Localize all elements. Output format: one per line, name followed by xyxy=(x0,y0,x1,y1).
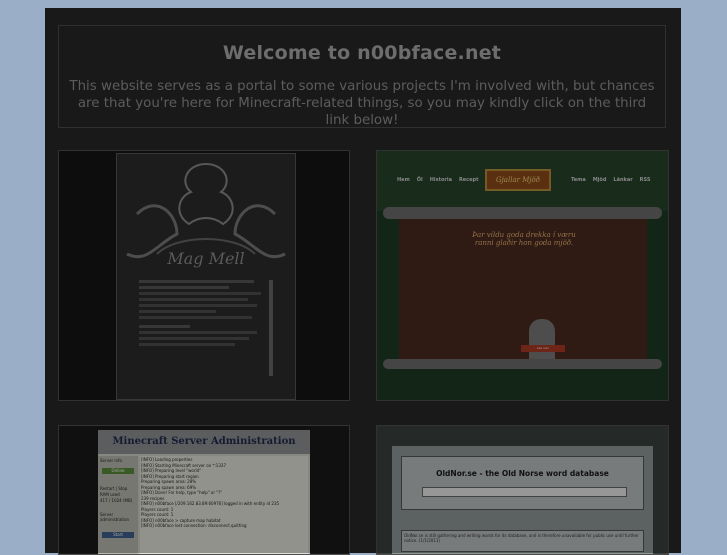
minecraft-admin-title: Minecraft Server Administration xyxy=(98,430,310,454)
minecraft-admin-screenshot: Minecraft Server Administration Server i… xyxy=(98,430,310,554)
gjallar-nav-right: Tema Mjöd Länkar RSS xyxy=(571,177,651,183)
welcome-description: This website serves as a portal to some … xyxy=(69,79,655,128)
mag-mell-body-text xyxy=(139,280,267,349)
gjallar-read-more-button: Läs mer xyxy=(521,345,565,352)
gjallar-header: Hem Öl Historia Recept Gjallar Mjöð Tema… xyxy=(377,151,668,211)
gjallar-headline: Þar vildu goda drekka í væru ranni glaði… xyxy=(472,231,576,247)
oldnor-title: OldNor.se - the Old Norse word database xyxy=(436,469,609,478)
gjallar-wood-panel: Þar vildu goda drekka í væru ranni glaði… xyxy=(399,219,647,365)
gjallar-logo: Gjallar Mjöð xyxy=(485,169,551,191)
oldnor-search-input xyxy=(422,487,627,497)
oldnor-footer-text: OldNor.se is still gathering and writing… xyxy=(401,530,644,552)
main-container: Welcome to n00bface.net This website ser… xyxy=(45,8,681,555)
gjallar-bottom-scroll xyxy=(383,359,662,369)
oldnor-screenshot: OldNor.se - the Old Norse word database … xyxy=(392,446,653,554)
mag-mell-logo-text: Mag Mell xyxy=(167,249,245,268)
welcome-box: Welcome to n00bface.net This website ser… xyxy=(58,25,666,128)
gjallar-nav-left: Hem Öl Historia Recept xyxy=(397,177,479,183)
project-link-minecraft[interactable]: Minecraft Server Administration Server i… xyxy=(58,425,350,555)
mag-mell-scrollbar xyxy=(269,280,273,376)
minecraft-server-log: [INFO] Loading properties [INFO] Startin… xyxy=(140,456,308,554)
project-link-gjallar[interactable]: Hem Öl Historia Recept Gjallar Mjöð Tema… xyxy=(376,150,669,401)
gjallar-scroll-banner xyxy=(383,207,662,219)
page-title: Welcome to n00bface.net xyxy=(222,42,502,64)
oldnor-search-box: OldNor.se - the Old Norse word database xyxy=(401,456,644,510)
minecraft-admin-sidebar: Server info Online Restart | Stop RAM us… xyxy=(98,456,138,554)
project-link-oldnor[interactable]: OldNor.se - the Old Norse word database … xyxy=(376,425,669,555)
project-link-mag-mell[interactable]: Mag Mell xyxy=(58,150,350,401)
mag-mell-screenshot: Mag Mell xyxy=(116,153,296,400)
